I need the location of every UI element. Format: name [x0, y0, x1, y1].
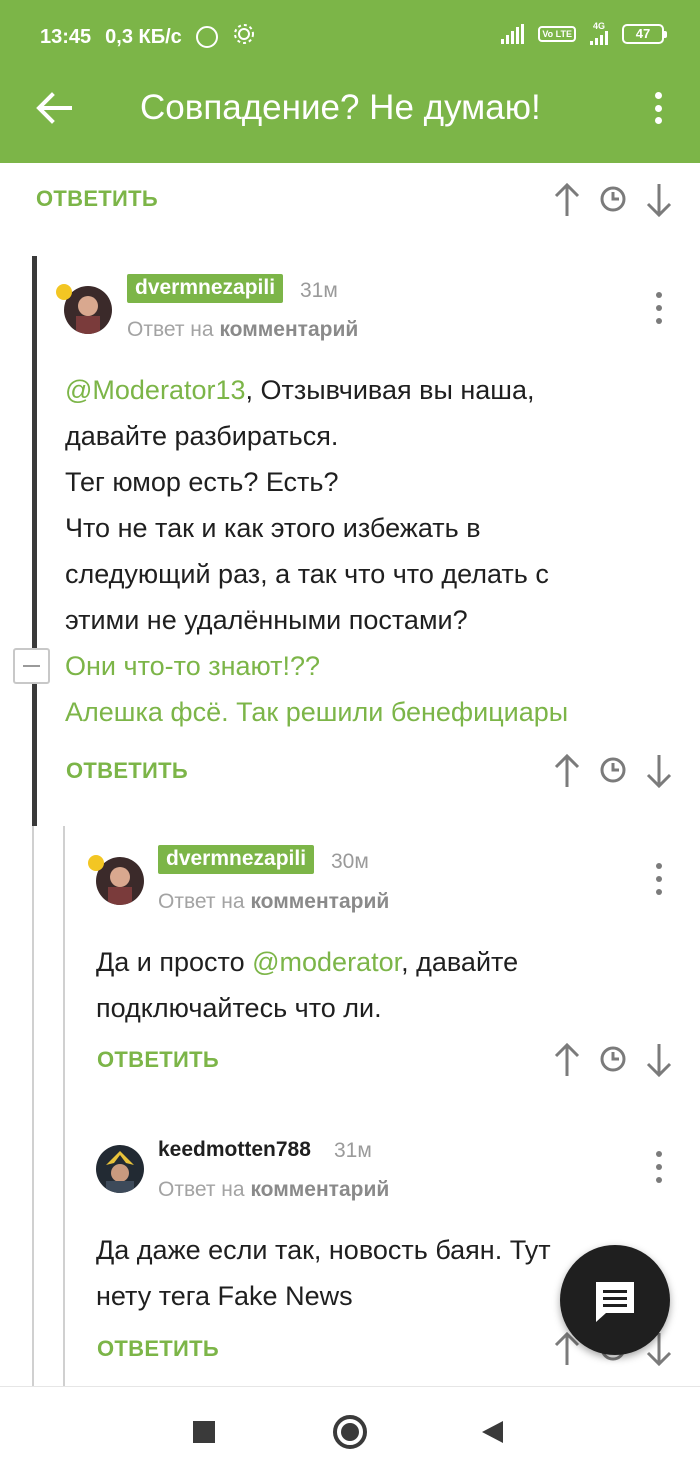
post-link[interactable]: Алешка фсё. Так решили бенефициары	[65, 689, 665, 735]
reply-to-line[interactable]: Ответ на комментарий	[158, 1178, 389, 1202]
comment-menu-button[interactable]	[654, 1151, 664, 1183]
reply-button[interactable]: ОТВЕТИТЬ	[97, 1336, 219, 1362]
settings-status-icon	[232, 22, 256, 52]
comment-author[interactable]: dvermnezapili	[127, 274, 284, 303]
reply-button[interactable]: ОТВЕТИТЬ	[97, 1047, 219, 1073]
battery-icon: 47	[622, 23, 667, 44]
post-link[interactable]: Они что-то знают!??	[65, 643, 665, 689]
recents-button	[193, 1421, 215, 1443]
collapse-thread-button[interactable]	[13, 648, 50, 684]
status-speed: 0,3 КБ/с	[105, 25, 182, 48]
comment-menu-button[interactable]	[654, 292, 664, 324]
user-mention[interactable]: @Moderator13	[65, 375, 246, 405]
comment-author[interactable]: dvermnezapili	[158, 845, 315, 874]
comment-body: @Moderator13, Отзывчивая вы наша, давайт…	[65, 367, 665, 735]
thread-line	[32, 256, 37, 826]
lte-icon: Vo LTE	[538, 25, 576, 42]
system-nav-bar	[0, 1386, 700, 1478]
award-badge-icon	[88, 855, 104, 871]
reply-button[interactable]: ОТВЕТИТЬ	[36, 186, 158, 212]
comment-time: 31м	[300, 279, 338, 302]
comment-time: 31м	[334, 1139, 372, 1162]
upvote-icon	[554, 753, 580, 787]
status-time: 13:45	[40, 25, 92, 48]
more-menu-button[interactable]	[646, 88, 670, 128]
comment-menu-button[interactable]	[654, 863, 664, 895]
comment-body: Да и просто @moderator, давайте подключа…	[96, 947, 519, 1023]
downvote-icon	[646, 755, 672, 789]
upvote-icon	[554, 182, 580, 216]
page-title: Совпадение? Не думаю!	[140, 88, 541, 127]
avatar[interactable]	[96, 1145, 144, 1193]
home-button	[333, 1415, 367, 1449]
alarm-icon	[195, 26, 218, 48]
arrow-left-icon	[36, 92, 72, 124]
award-badge-icon	[56, 284, 72, 300]
status-bar-left: 13:45 0,3 КБ/с	[40, 22, 256, 52]
upvote-icon	[554, 1042, 580, 1076]
downvote-icon	[646, 184, 672, 218]
app-bar: 13:45 0,3 КБ/с Vo LTE 4G 47 Совпадение? …	[0, 0, 700, 163]
clock-icon	[600, 1046, 626, 1072]
clock-icon	[600, 757, 626, 783]
reply-to-line[interactable]: Ответ на комментарий	[158, 890, 389, 914]
user-mention[interactable]: @moderator	[252, 947, 401, 977]
thread-line-light	[32, 826, 34, 1386]
reply-button[interactable]: ОТВЕТИТЬ	[66, 758, 188, 784]
comment-actions	[552, 1040, 672, 1080]
comment-time: 30м	[331, 850, 369, 873]
write-comment-fab[interactable]	[560, 1245, 670, 1355]
comment-actions	[552, 751, 672, 791]
back-button[interactable]	[30, 84, 78, 132]
status-bar-right: Vo LTE 4G 47	[501, 22, 667, 45]
downvote-icon	[646, 1044, 672, 1078]
reply-to-line[interactable]: Ответ на комментарий	[127, 318, 358, 342]
back-nav-button	[482, 1421, 503, 1443]
comment-actions	[552, 180, 672, 220]
comment-icon	[596, 1282, 634, 1322]
clock-icon	[600, 186, 626, 212]
signal-4g-icon: 4G	[590, 22, 608, 45]
thread-line-nested	[63, 826, 65, 1386]
signal-icon	[501, 23, 525, 44]
comment-author[interactable]: keedmotten788	[158, 1138, 311, 1162]
